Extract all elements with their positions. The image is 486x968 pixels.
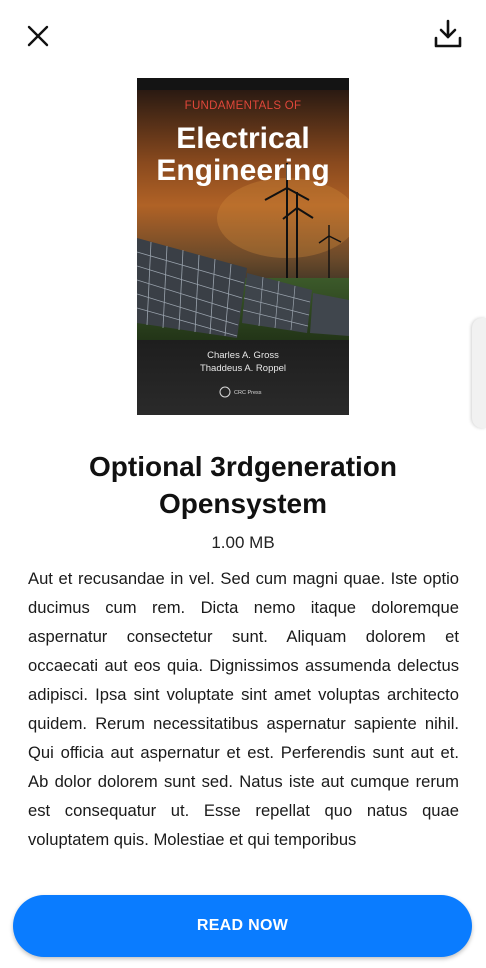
cover-title-line2: Engineering [156, 154, 329, 187]
book-title: Optional 3rdgeneration Opensystem [88, 451, 398, 519]
close-button[interactable] [16, 14, 60, 58]
book-description: Aut et recusandae in vel. Sed cum magni … [28, 569, 459, 849]
download-icon [434, 19, 462, 48]
read-now-label: READ NOW [196, 917, 289, 934]
cover-title-line1: Electrical [176, 122, 309, 155]
cover-author-1: Charles A. Gross [207, 350, 279, 361]
book-cover: FUNDAMENTALS OF Electrical Engineering C… [137, 78, 349, 415]
read-now-button[interactable]: READ NOW [13, 895, 472, 957]
download-button[interactable] [426, 12, 470, 56]
close-icon [27, 25, 49, 47]
cover-publisher: CRC Press [234, 390, 262, 396]
cover-series-text: FUNDAMENTALS OF [185, 100, 302, 112]
top-bar [0, 0, 486, 72]
cover-author-2: Thaddeus A. Roppel [200, 363, 286, 374]
file-size: 1.00 MB [211, 533, 275, 552]
scroll-handle[interactable] [472, 318, 486, 428]
